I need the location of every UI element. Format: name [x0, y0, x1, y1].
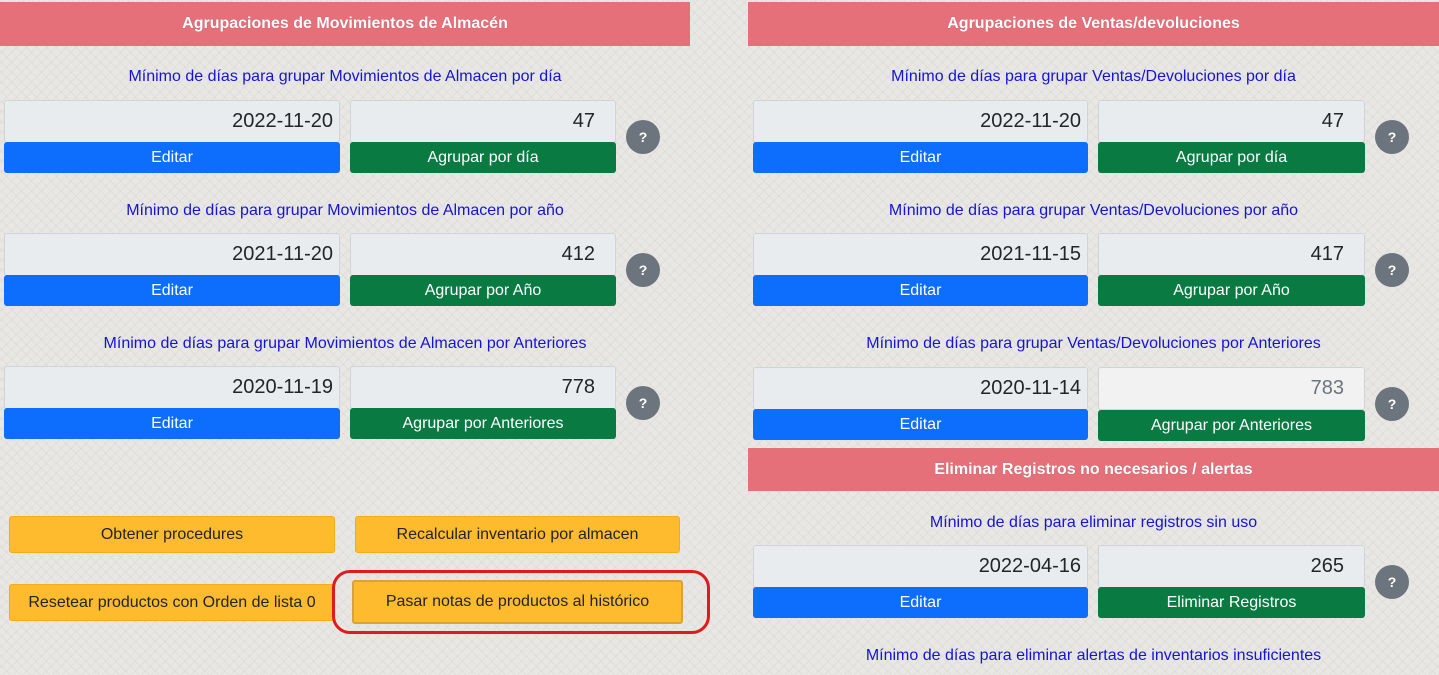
eliminar-section-header: Eliminar Registros no necesarios / alert…	[748, 448, 1439, 491]
left-agrupar-anteriores-button[interactable]: Agrupar por Anteriores	[350, 408, 616, 439]
left-row-caption-ano: Mínimo de días para grupar Movimientos d…	[126, 202, 564, 219]
left-ano-days-field[interactable]: 412	[350, 233, 616, 276]
left-agrupar-dia-button[interactable]: Agrupar por día	[350, 142, 616, 173]
eliminar-help-button[interactable]: ?	[1375, 565, 1409, 599]
right-dia-edit-button[interactable]: Editar	[753, 142, 1088, 173]
left-ano-date-field[interactable]: 2021-11-20	[4, 233, 340, 276]
left-ano-edit-button[interactable]: Editar	[4, 275, 340, 306]
right-agrupar-ano-button[interactable]: Agrupar por Año	[1098, 275, 1365, 306]
alertas-caption: Mínimo de días para eliminar alertas de …	[865, 647, 1322, 664]
right-agrupar-anteriores-button[interactable]: Agrupar por Anteriores	[1098, 410, 1365, 441]
right-row-caption-anteriores: Mínimo de días para grupar Ventas/Devolu…	[866, 335, 1321, 352]
left-dia-days-field[interactable]: 47	[350, 100, 616, 143]
left-section-header: Agrupaciones de Movimientos de Almacén	[0, 2, 690, 46]
right-anteriores-edit-button[interactable]: Editar	[753, 409, 1088, 440]
left-row-caption-anteriores: Mínimo de días para grupar Movimientos d…	[103, 335, 587, 352]
right-ano-edit-button[interactable]: Editar	[753, 275, 1088, 306]
right-ano-date-field[interactable]: 2021-11-15	[753, 233, 1088, 276]
left-agrupar-ano-button[interactable]: Agrupar por Año	[350, 275, 616, 306]
right-row-caption-ano: Mínimo de días para grupar Ventas/Devolu…	[888, 202, 1299, 219]
right-anteriores-date-field[interactable]: 2020-11-14	[753, 367, 1088, 410]
left-anteriores-edit-button[interactable]: Editar	[4, 408, 340, 439]
right-row-caption-dia: Mínimo de días para grupar Ventas/Devolu…	[891, 68, 1296, 85]
right-dia-help-button[interactable]: ?	[1375, 120, 1409, 154]
left-anteriores-date-field[interactable]: 2020-11-19	[4, 366, 340, 409]
left-ano-help-button[interactable]: ?	[626, 253, 660, 287]
eliminar-registros-button[interactable]: Eliminar Registros	[1098, 587, 1365, 618]
obtener-procedures-button[interactable]: Obtener procedures	[9, 516, 335, 553]
recalcular-inventario-button[interactable]: Recalcular inventario por almacen	[355, 516, 680, 553]
right-anteriores-days-field[interactable]: 783	[1098, 367, 1365, 410]
right-section-header: Agrupaciones de Ventas/devoluciones	[748, 2, 1439, 46]
left-row-caption-dia: Mínimo de días para grupar Movimientos d…	[128, 68, 562, 85]
right-ano-help-button[interactable]: ?	[1375, 253, 1409, 287]
eliminar-edit-button[interactable]: Editar	[753, 587, 1088, 618]
resetear-productos-button[interactable]: Resetear productos con Orden de lista 0	[9, 584, 335, 621]
left-anteriores-help-button[interactable]: ?	[626, 386, 660, 420]
eliminar-caption: Mínimo de días para eliminar registros s…	[929, 514, 1258, 531]
left-dia-help-button[interactable]: ?	[626, 120, 660, 154]
left-dia-date-field[interactable]: 2022-11-20	[4, 100, 340, 143]
eliminar-days-field[interactable]: 265	[1098, 545, 1365, 588]
right-dia-days-field[interactable]: 47	[1098, 100, 1365, 143]
left-dia-edit-button[interactable]: Editar	[4, 142, 340, 173]
right-anteriores-help-button[interactable]: ?	[1375, 387, 1409, 421]
pasar-notas-historico-button[interactable]: Pasar notas de productos al histórico	[352, 580, 683, 624]
right-ano-days-field[interactable]: 417	[1098, 233, 1365, 276]
right-agrupar-dia-button[interactable]: Agrupar por día	[1098, 142, 1365, 173]
left-anteriores-days-field[interactable]: 778	[350, 366, 616, 409]
eliminar-date-field[interactable]: 2022-04-16	[753, 545, 1088, 588]
right-dia-date-field[interactable]: 2022-11-20	[753, 100, 1088, 143]
